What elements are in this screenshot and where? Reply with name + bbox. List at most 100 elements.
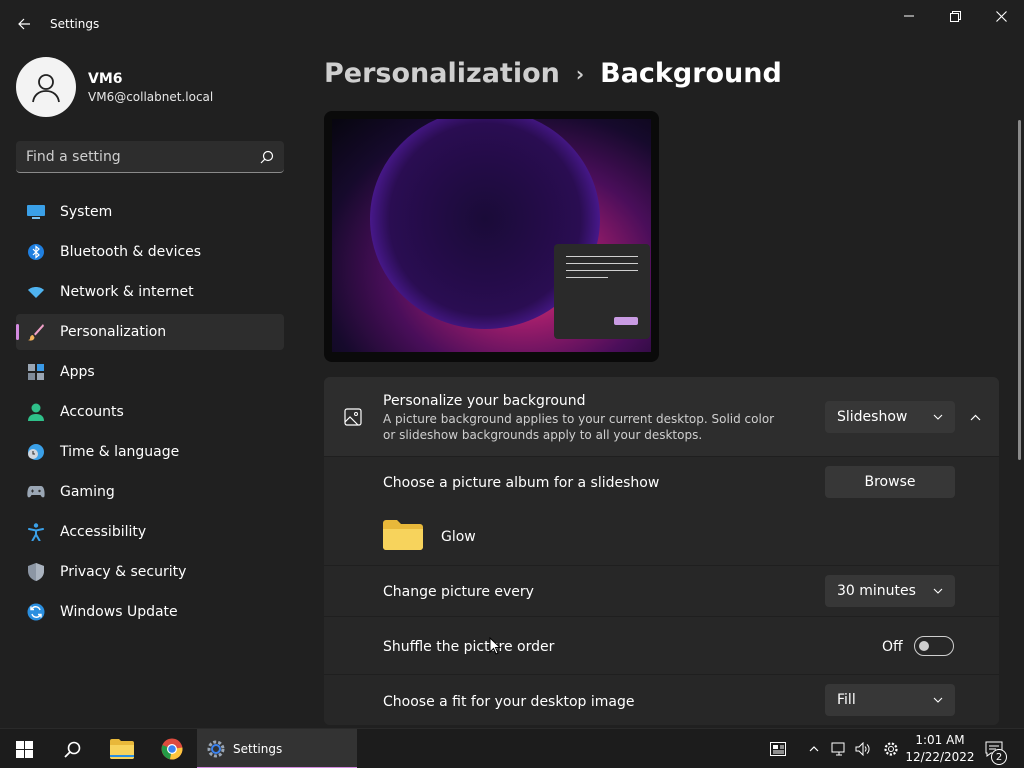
back-button[interactable] xyxy=(8,8,40,40)
change-picture-row: Change picture every 30 minutes xyxy=(324,566,999,617)
sidebar-item-apps[interactable]: Apps xyxy=(16,354,284,390)
sidebar-nav: System Bluetooth & devices Network & int… xyxy=(16,194,284,634)
sidebar-item-label: Privacy & security xyxy=(60,564,187,580)
volume-tray-button[interactable] xyxy=(852,729,874,768)
sidebar-item-system[interactable]: System xyxy=(16,194,284,230)
volume-icon xyxy=(855,742,870,756)
windows-logo-icon xyxy=(15,740,33,758)
user-profile[interactable]: VM6 VM6@collabnet.local xyxy=(16,57,213,117)
back-arrow-icon xyxy=(18,18,30,30)
chrome-button[interactable] xyxy=(152,729,192,768)
picture-album-title: Choose a picture album for a slideshow xyxy=(383,475,660,491)
dropdown-value: Fill xyxy=(837,692,856,708)
avatar xyxy=(16,57,76,117)
taskbar-search-button[interactable] xyxy=(52,729,92,768)
sidebar-item-privacy-security[interactable]: Privacy & security xyxy=(16,554,284,590)
sidebar-item-label: Personalization xyxy=(60,324,167,340)
chevron-down-icon xyxy=(933,414,943,420)
page-title: Background xyxy=(600,58,782,89)
sidebar-item-label: Apps xyxy=(60,364,95,380)
restore-button[interactable] xyxy=(932,0,978,32)
close-button[interactable] xyxy=(978,0,1024,32)
sidebar-item-label: Windows Update xyxy=(60,604,178,620)
scrollbar-thumb[interactable] xyxy=(1018,120,1021,460)
folder-icon xyxy=(383,520,423,550)
sidebar-item-time-language[interactable]: Time & language xyxy=(16,434,284,470)
taskbar-settings-app[interactable]: Settings xyxy=(197,729,357,768)
chevron-down-icon xyxy=(933,697,943,703)
sidebar-item-label: Time & language xyxy=(60,444,180,460)
file-explorer-button[interactable] xyxy=(102,729,142,768)
collapse-button[interactable] xyxy=(961,401,989,433)
background-type-dropdown[interactable]: Slideshow xyxy=(825,401,955,433)
background-settings-card: Personalize your background A picture ba… xyxy=(324,377,999,725)
chrome-icon xyxy=(161,738,183,760)
show-hidden-icons-button[interactable] xyxy=(804,729,824,768)
change-picture-interval-dropdown[interactable]: 30 minutes xyxy=(825,575,955,607)
chevron-up-icon xyxy=(809,746,819,752)
sidebar-item-label: System xyxy=(60,204,113,220)
restore-icon xyxy=(949,10,961,22)
brush-icon xyxy=(26,322,46,342)
preview-window-mock xyxy=(554,244,650,339)
album-folder-name[interactable]: Glow xyxy=(441,529,476,545)
fit-row: Choose a fit for your desktop image Fill xyxy=(324,675,999,725)
sidebar-item-accounts[interactable]: Accounts xyxy=(16,394,284,430)
sidebar-item-accessibility[interactable]: Accessibility xyxy=(16,514,284,550)
mouse-cursor-icon xyxy=(489,637,501,655)
network-tray-button[interactable] xyxy=(828,729,850,768)
breadcrumb-parent[interactable]: Personalization xyxy=(324,58,560,89)
sidebar-item-bluetooth[interactable]: Bluetooth & devices xyxy=(16,234,284,270)
shuffle-state-label: Off xyxy=(882,639,903,655)
news-widget-icon xyxy=(770,742,786,756)
sidebar-item-label: Bluetooth & devices xyxy=(60,244,202,260)
widgets-tray-button[interactable] xyxy=(764,729,792,768)
picture-album-row: Choose a picture album for a slideshow B… xyxy=(324,457,999,566)
search-box[interactable] xyxy=(16,141,284,173)
fit-title: Choose a fit for your desktop image xyxy=(383,694,635,710)
dropdown-value: 30 minutes xyxy=(837,583,916,599)
accessibility-icon xyxy=(26,522,46,542)
breadcrumb: Personalization › Background xyxy=(324,58,782,89)
sidebar-item-gaming[interactable]: Gaming xyxy=(16,474,284,510)
preview-accent-button xyxy=(614,317,638,325)
minimize-icon xyxy=(904,15,914,17)
personalize-background-title: Personalize your background xyxy=(383,393,586,409)
file-explorer-icon xyxy=(110,739,134,759)
bluetooth-icon xyxy=(26,242,46,262)
sidebar-item-network[interactable]: Network & internet xyxy=(16,274,284,310)
browse-button[interactable]: Browse xyxy=(825,466,955,498)
toggle-knob xyxy=(919,641,929,651)
search-input[interactable] xyxy=(26,148,260,165)
system-icon xyxy=(26,202,46,222)
settings-tray-button[interactable] xyxy=(880,729,902,768)
profile-name: VM6 xyxy=(88,70,123,87)
wifi-icon xyxy=(26,282,46,302)
accounts-icon xyxy=(26,402,46,422)
shuffle-toggle[interactable] xyxy=(914,636,954,656)
breadcrumb-separator: › xyxy=(575,61,585,86)
sidebar-item-label: Gaming xyxy=(60,484,115,500)
search-icon xyxy=(260,150,274,163)
sidebar-item-label: Accounts xyxy=(60,404,124,420)
wallpaper-preview xyxy=(332,119,651,352)
taskbar-settings-label: Settings xyxy=(233,742,283,756)
fit-dropdown[interactable]: Fill xyxy=(825,684,955,716)
sidebar-item-personalization[interactable]: Personalization xyxy=(16,314,284,350)
sidebar-item-windows-update[interactable]: Windows Update xyxy=(16,594,284,630)
picture-icon xyxy=(344,408,362,426)
user-icon xyxy=(32,74,60,103)
shield-icon xyxy=(26,562,46,582)
minimize-button[interactable] xyxy=(886,0,932,32)
dropdown-value: Slideshow xyxy=(837,409,908,425)
clock-globe-icon xyxy=(26,442,46,462)
search-icon xyxy=(63,741,80,758)
chevron-down-icon xyxy=(933,588,943,594)
taskbar: Settings 1:01 AM 12/22/2022 2 xyxy=(0,728,1024,768)
sidebar-item-label: Network & internet xyxy=(60,284,194,300)
app-title: Settings xyxy=(50,17,100,31)
start-button[interactable] xyxy=(4,729,44,768)
taskbar-clock[interactable]: 1:01 AM 12/22/2022 xyxy=(905,732,975,766)
shuffle-title: Shuffle the picture order xyxy=(383,639,555,655)
notification-count-badge: 2 xyxy=(991,749,1007,765)
